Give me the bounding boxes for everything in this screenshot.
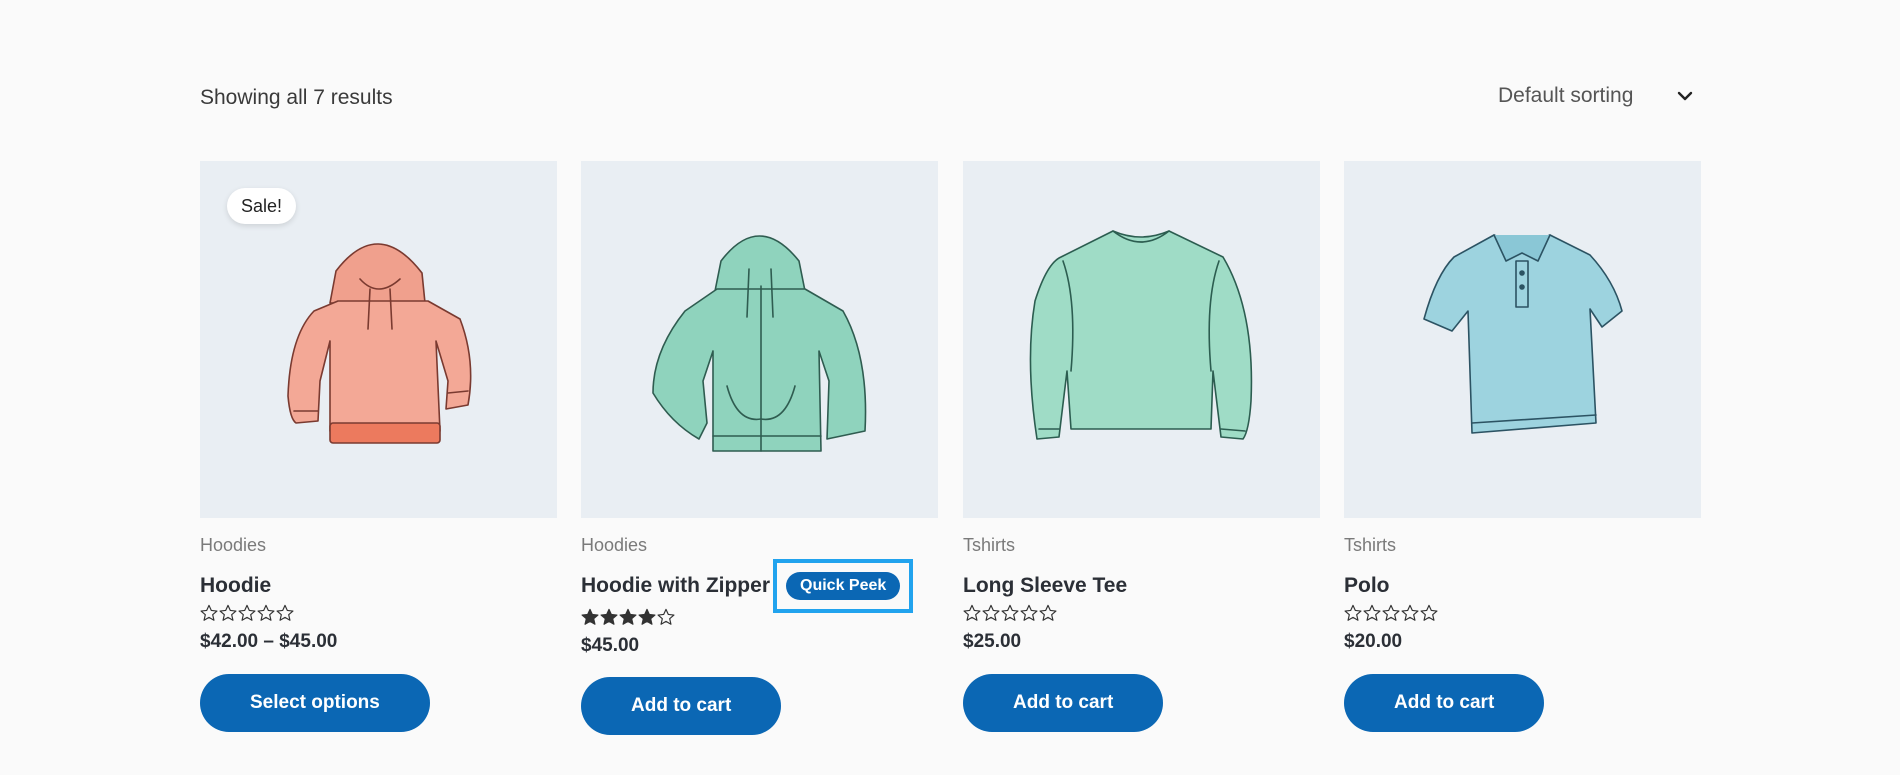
product-card: Sale! Hoodies Hoodie $42.00 – $45.00 Sel… — [200, 161, 557, 761]
star-outline-icon — [238, 604, 256, 621]
shop-page: Showing all 7 results Default sorting Sa… — [0, 0, 1900, 775]
product-price: $45.00 — [581, 635, 640, 656]
product-grid: Sale! Hoodies Hoodie $42.00 – $45.00 Sel… — [200, 161, 1701, 761]
star-outline-icon — [1363, 604, 1381, 621]
star-outline-icon — [982, 604, 1000, 621]
sort-dropdown[interactable]: Default sorting — [1445, 76, 1700, 116]
star-filled-icon — [600, 608, 618, 625]
long-sleeve-tee-illustration — [1029, 230, 1253, 440]
add-to-cart-button[interactable]: Add to cart — [963, 674, 1164, 732]
product-image-link[interactable]: Sale! — [200, 161, 557, 518]
product-category[interactable]: Tshirts — [1344, 535, 1396, 556]
sort-selected-label: Default sorting — [1498, 84, 1634, 107]
star-outline-icon — [1382, 604, 1400, 621]
star-outline-icon — [1020, 604, 1038, 621]
add-to-cart-button[interactable]: Add to cart — [581, 677, 782, 735]
quick-peek-highlight: Quick Peek — [773, 559, 914, 613]
star-rating — [963, 604, 1057, 622]
product-card: Hoodies Hoodie with Zipper Quick Peek $4… — [581, 161, 938, 761]
zip-hoodie-illustration — [652, 235, 867, 452]
product-card: Tshirts Polo $20.00 Add to cart — [1344, 161, 1701, 761]
polo-shirt-illustration — [1423, 234, 1623, 434]
product-title-row: Hoodie with Zipper Quick Peek — [581, 559, 914, 613]
star-outline-icon — [1344, 604, 1362, 621]
star-outline-icon — [963, 604, 981, 621]
star-outline-icon — [1039, 604, 1057, 621]
product-card: Tshirts Long Sleeve Tee $25.00 Add to ca… — [963, 161, 1320, 761]
star-rating — [1344, 604, 1438, 622]
product-category[interactable]: Hoodies — [581, 535, 647, 556]
sale-badge: Sale! — [227, 188, 297, 224]
product-title-row: Polo — [1344, 564, 1390, 608]
product-image-link[interactable] — [963, 161, 1320, 518]
product-image-link[interactable] — [581, 161, 938, 518]
quick-peek-button[interactable]: Quick Peek — [786, 572, 901, 600]
product-price: $20.00 — [1344, 631, 1403, 652]
star-outline-icon — [1401, 604, 1419, 621]
star-outline-icon — [276, 604, 294, 621]
shop-toolbar: Showing all 7 results Default sorting — [200, 76, 1700, 120]
product-title[interactable]: Long Sleeve Tee — [963, 574, 1127, 598]
product-title[interactable]: Hoodie with Zipper — [581, 574, 770, 598]
product-title[interactable]: Hoodie — [200, 574, 271, 598]
product-image-link[interactable] — [1344, 161, 1701, 518]
product-price: $25.00 — [963, 631, 1022, 652]
star-rating — [581, 608, 675, 626]
star-outline-icon — [657, 608, 675, 625]
product-category[interactable]: Hoodies — [200, 535, 266, 556]
star-outline-icon — [257, 604, 275, 621]
add-to-cart-button[interactable]: Add to cart — [1344, 674, 1545, 732]
star-outline-icon — [219, 604, 237, 621]
star-outline-icon — [1001, 604, 1019, 621]
result-count: Showing all 7 results — [200, 86, 393, 109]
chevron-down-icon — [1677, 91, 1693, 101]
star-filled-icon — [619, 608, 637, 625]
star-filled-icon — [638, 608, 656, 625]
star-outline-icon — [1420, 604, 1438, 621]
product-price: $42.00 – $45.00 — [200, 631, 338, 652]
product-title-row: Hoodie — [200, 564, 271, 608]
star-filled-icon — [581, 608, 599, 625]
star-rating — [200, 604, 294, 622]
star-outline-icon — [200, 604, 218, 621]
product-title[interactable]: Polo — [1344, 574, 1390, 598]
product-title-row: Long Sleeve Tee — [963, 564, 1127, 608]
product-category[interactable]: Tshirts — [963, 535, 1015, 556]
select-options-button[interactable]: Select options — [200, 674, 430, 732]
